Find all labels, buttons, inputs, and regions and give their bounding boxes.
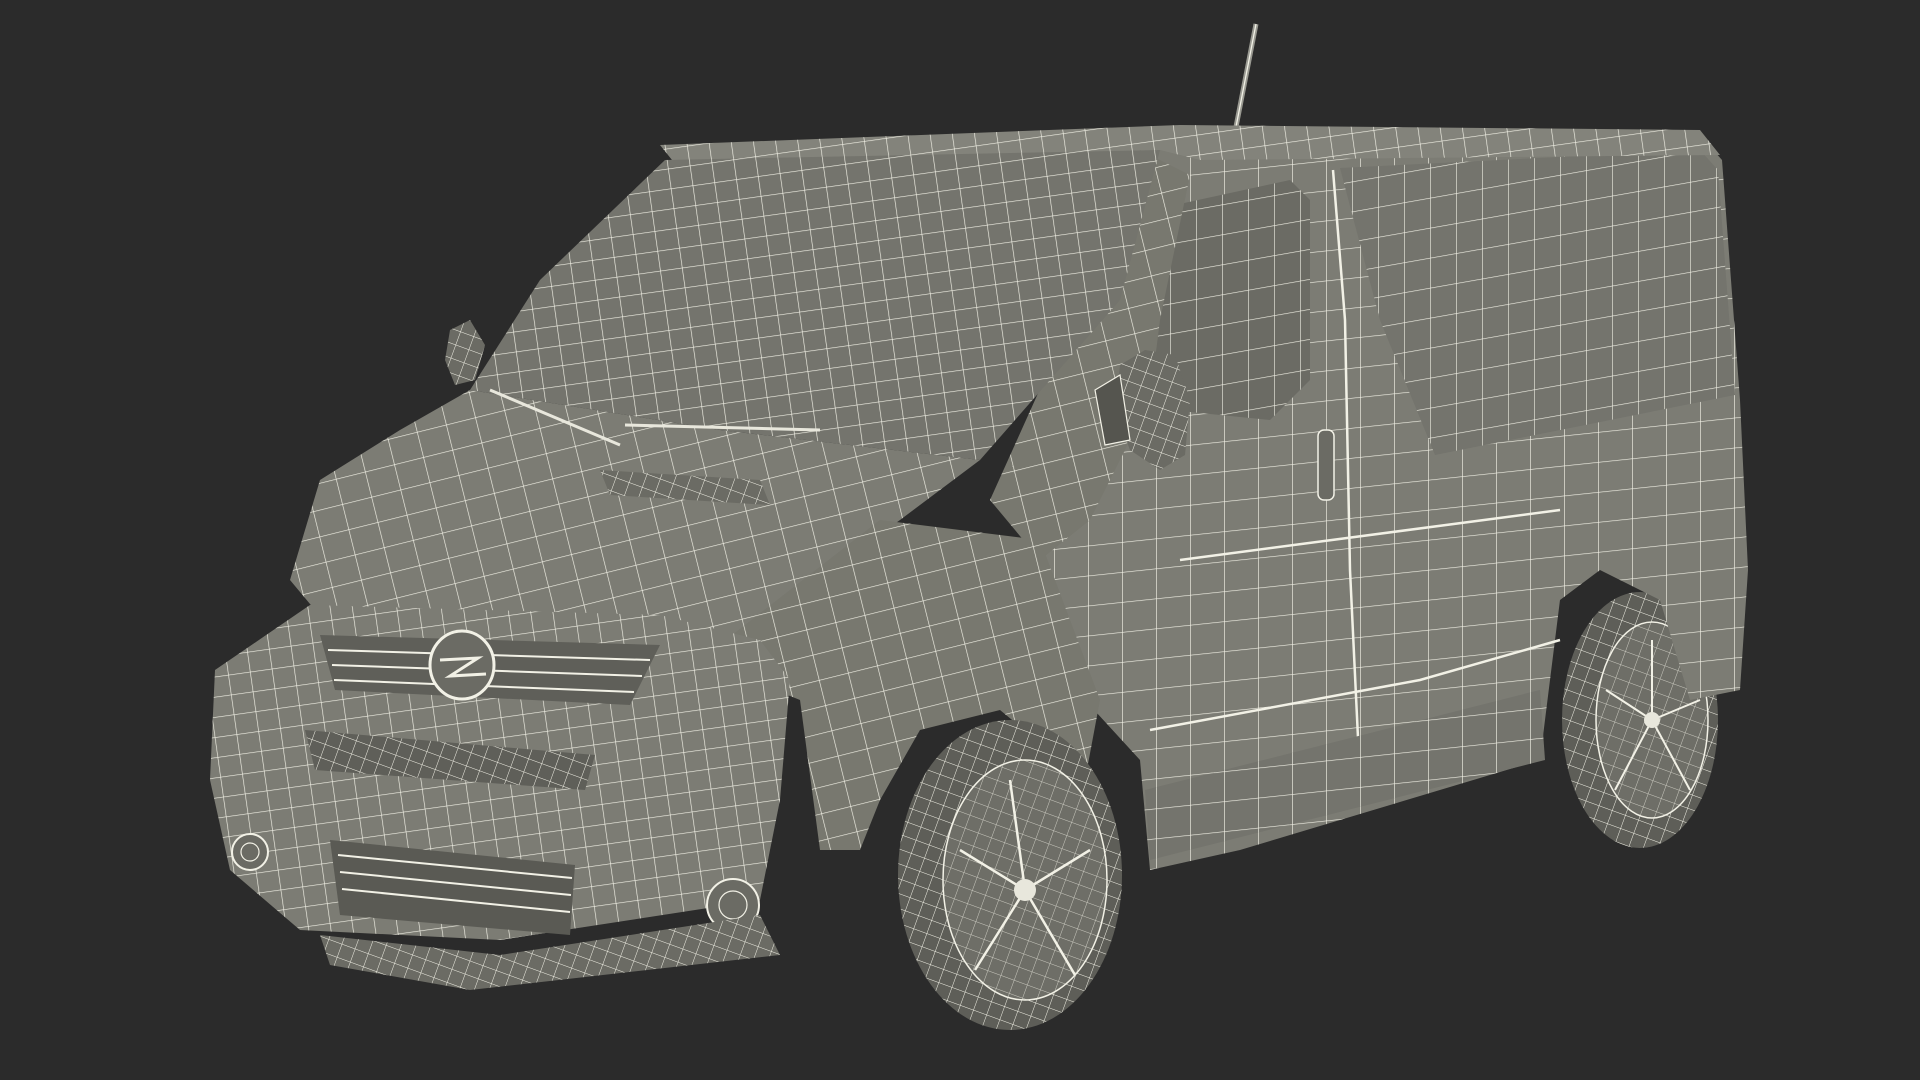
viewport [0, 0, 1920, 1080]
lightning-ring-icon [428, 629, 496, 701]
antenna [1232, 23, 1259, 133]
door-handle [1317, 429, 1335, 501]
far-side-mirror [445, 320, 485, 385]
fog-light-left [231, 833, 269, 871]
front-wheel [898, 720, 1122, 1030]
van-wireframe-render [210, 23, 1748, 1030]
